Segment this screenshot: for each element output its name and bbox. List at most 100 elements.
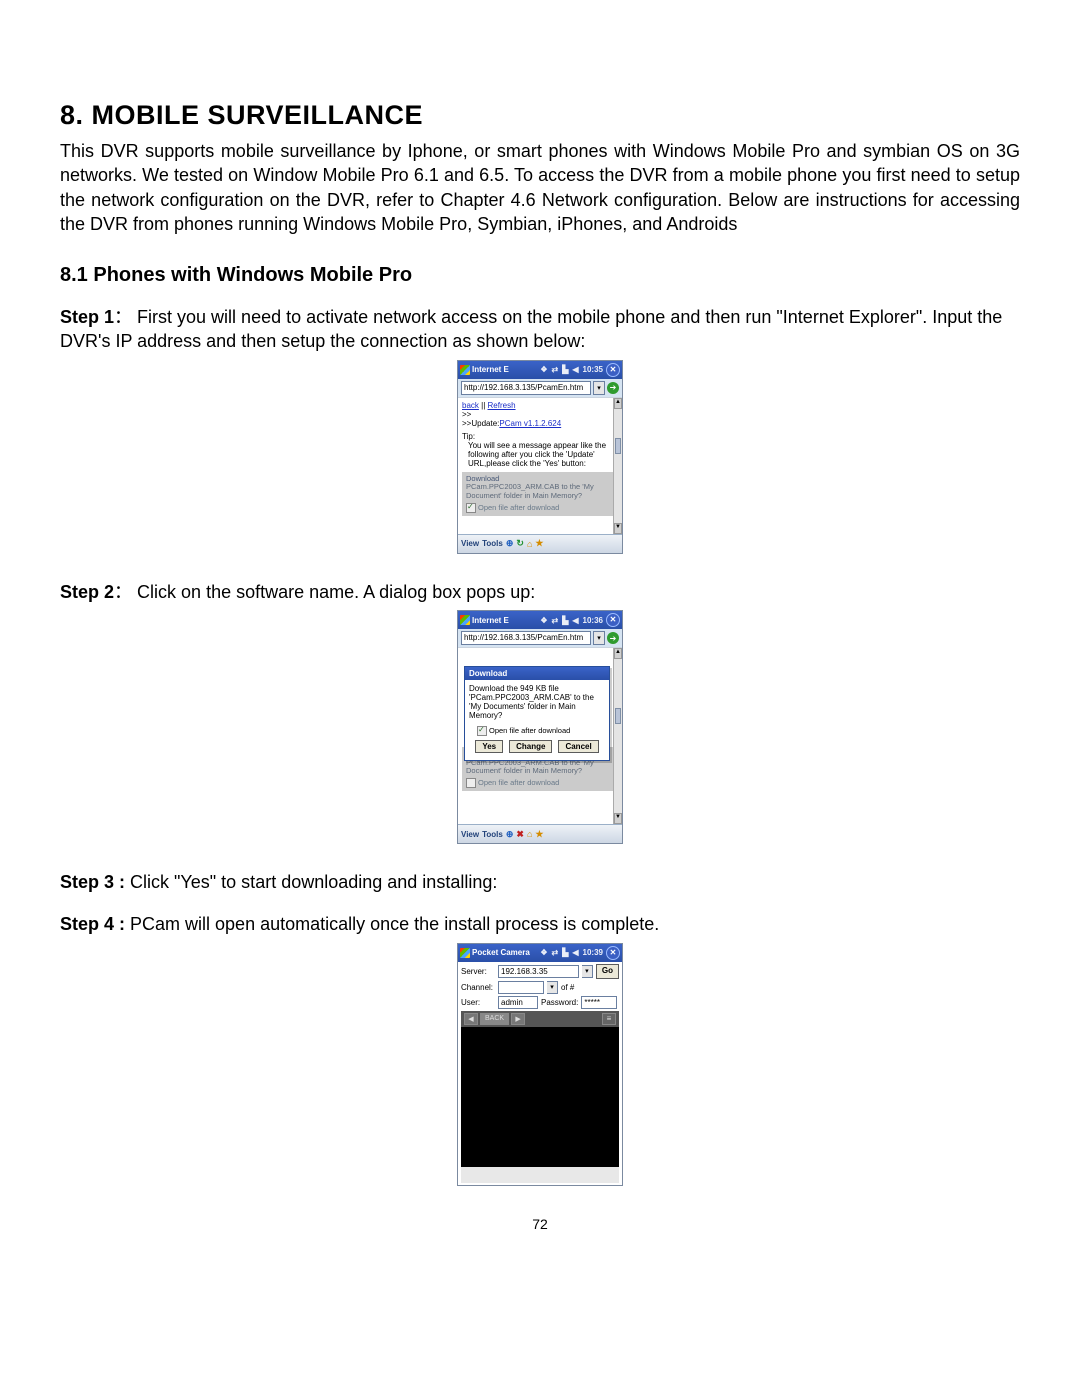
cancel-button[interactable]: Cancel (558, 740, 598, 753)
toolbar-home-icon[interactable]: ⌂ (527, 539, 532, 549)
screenshot-3-wrap: Pocket Camera ❖ ⇄ ▙ ◀ 10:39 ✕ Server: 19… (60, 943, 1020, 1186)
start-flag-icon[interactable] (460, 365, 470, 375)
step-2: Step 2： Click on the software name. A di… (60, 580, 1020, 604)
open-after-download-label: Open file after download (489, 726, 570, 735)
subsection-heading: 8.1 Phones with Windows Mobile Pro (60, 264, 1020, 287)
connectivity-icon: ❖ (540, 948, 547, 957)
scrollbar[interactable]: ▲ ▼ (613, 398, 622, 534)
volume-icon: ◀ (572, 365, 578, 374)
password-input[interactable]: ***** (581, 996, 617, 1009)
close-icon[interactable]: ✕ (606, 946, 620, 960)
update-link[interactable]: PCam v1.1.2.624 (499, 419, 561, 428)
change-button[interactable]: Change (509, 740, 552, 753)
back-link[interactable]: back (462, 401, 479, 410)
gt-marker: >> (462, 410, 618, 419)
step-4-text: PCam will open automatically once the in… (130, 914, 659, 934)
address-input[interactable]: http://192.168.3.135/PcamEn.htm (461, 631, 591, 645)
scrollbar[interactable]: ▲ ▼ (613, 648, 622, 824)
password-label: Password: (541, 998, 578, 1007)
preview-box-text: PCam.PPC2003_ARM.CAB to the 'My Document… (466, 759, 614, 776)
connectivity-icon: ❖ (540, 365, 547, 374)
start-flag-icon[interactable] (460, 948, 470, 958)
pocket-camera-window: Pocket Camera ❖ ⇄ ▙ ◀ 10:39 ✕ Server: 19… (457, 943, 623, 1186)
tools-menu[interactable]: Tools (482, 539, 503, 548)
dialog-text: Download the 949 KB file 'PCam.PPC2003_A… (469, 684, 605, 720)
connectivity-icon: ❖ (540, 616, 547, 625)
close-icon[interactable]: ✕ (606, 363, 620, 377)
sync-icon: ⇄ (552, 365, 559, 374)
scroll-down-icon[interactable]: ▼ (614, 813, 622, 824)
scroll-thumb[interactable] (615, 438, 621, 454)
address-input[interactable]: http://192.168.3.135/PcamEn.htm (461, 381, 591, 395)
back-button[interactable]: BACK (480, 1013, 509, 1025)
open-after-download-checkbox[interactable] (466, 503, 476, 513)
ie-window-2: Internet E ❖ ⇄ ▙ ◀ 10:36 ✕ http://192.16… (457, 610, 623, 844)
step-2-label: Step 2 (60, 582, 114, 602)
pcam-bottom-bar (461, 1167, 619, 1183)
open-after-download-checkbox[interactable] (477, 726, 487, 736)
tools-menu[interactable]: Tools (482, 830, 503, 839)
scroll-down-icon[interactable]: ▼ (614, 523, 622, 534)
clock-text: 10:35 (583, 365, 603, 374)
sync-icon: ⇄ (552, 616, 559, 625)
channel-input[interactable] (498, 981, 544, 994)
toolbar-nav-icon[interactable]: ⊕ (506, 538, 514, 549)
server-dropdown-icon[interactable]: ▾ (582, 965, 593, 978)
window-title: Internet E (472, 365, 509, 374)
prev-channel-button[interactable]: ◀ (464, 1013, 478, 1025)
address-dropdown-icon[interactable]: ▾ (593, 631, 605, 645)
sync-icon: ⇄ (552, 948, 559, 957)
preview-box-text: PCam.PPC2003_ARM.CAB to the 'My Document… (466, 483, 614, 500)
titlebar: Internet E ❖ ⇄ ▙ ◀ 10:35 ✕ (458, 361, 622, 379)
close-icon[interactable]: ✕ (606, 613, 620, 627)
ie-window-1: Internet E ❖ ⇄ ▙ ◀ 10:35 ✕ http://192.16… (457, 360, 623, 554)
bottom-toolbar: View Tools ⊕ ↻ ⌂ ★ (458, 534, 622, 553)
download-dialog: Download Download the 949 KB file 'PCam.… (464, 666, 610, 761)
titlebar: Internet E ❖ ⇄ ▙ ◀ 10:36 ✕ (458, 611, 622, 629)
toolbar-nav-icon[interactable]: ⊕ (506, 829, 514, 840)
toolbar-favorites-icon[interactable]: ★ (535, 829, 543, 840)
open-after-download-label: Open file after download (478, 503, 559, 512)
scroll-up-icon[interactable]: ▲ (614, 648, 622, 659)
page-number: 72 (60, 1216, 1020, 1232)
address-bar-row: http://192.168.3.135/PcamEn.htm ▾ ➔ (458, 379, 622, 397)
step-1: Step 1： First you will need to activate … (60, 305, 1020, 354)
toolbar-favorites-icon[interactable]: ★ (535, 538, 543, 549)
user-input[interactable]: admin (498, 996, 538, 1009)
go-button[interactable]: Go (596, 964, 619, 979)
screenshot-2-wrap: Internet E ❖ ⇄ ▙ ◀ 10:36 ✕ http://192.16… (60, 610, 1020, 844)
scroll-up-icon[interactable]: ▲ (614, 398, 622, 409)
window-title: Pocket Camera (472, 948, 530, 957)
menu-icon[interactable]: ≡ (602, 1013, 616, 1025)
bottom-toolbar: View Tools ⊕ ✖ ⌂ ★ (458, 824, 622, 843)
toolbar-home-icon[interactable]: ⌂ (527, 829, 532, 839)
step-2-text: Click on the software name. A dialog box… (137, 582, 535, 602)
toolbar-refresh-icon[interactable]: ↻ (516, 538, 524, 549)
step-4: Step 4 : PCam will open automatically on… (60, 912, 1020, 936)
tip-label: Tip: (462, 432, 475, 441)
step-1-separator: ： (114, 307, 132, 327)
yes-button[interactable]: Yes (475, 740, 503, 753)
channel-of-label: of # (561, 983, 574, 992)
server-input[interactable]: 192.168.3.35 (498, 965, 579, 978)
window-title: Internet E (472, 616, 509, 625)
address-dropdown-icon[interactable]: ▾ (593, 381, 605, 395)
clock-text: 10:39 (583, 948, 603, 957)
dialog-title: Download (465, 667, 609, 680)
channel-dropdown-icon[interactable]: ▾ (547, 981, 558, 994)
go-button[interactable]: ➔ (607, 632, 619, 644)
view-menu[interactable]: View (461, 830, 479, 839)
signal-icon: ▙ (562, 365, 568, 374)
step-4-label: Step 4 : (60, 914, 125, 934)
next-channel-button[interactable]: ▶ (511, 1013, 525, 1025)
start-flag-icon[interactable] (460, 615, 470, 625)
pcam-body: Server: 192.168.3.35 ▾ Go Channel: ▾ of … (458, 962, 622, 1185)
refresh-link[interactable]: Refresh (488, 401, 516, 410)
view-menu[interactable]: View (461, 539, 479, 548)
go-button[interactable]: ➔ (607, 382, 619, 394)
step-1-label: Step 1 (60, 307, 114, 327)
document-page: 8. MOBILE SURVEILLANCE This DVR supports… (0, 0, 1080, 1272)
toolbar-stop-icon[interactable]: ✖ (516, 829, 524, 840)
scroll-thumb[interactable] (615, 708, 621, 724)
intro-paragraph: This DVR supports mobile surveillance by… (60, 139, 1020, 236)
